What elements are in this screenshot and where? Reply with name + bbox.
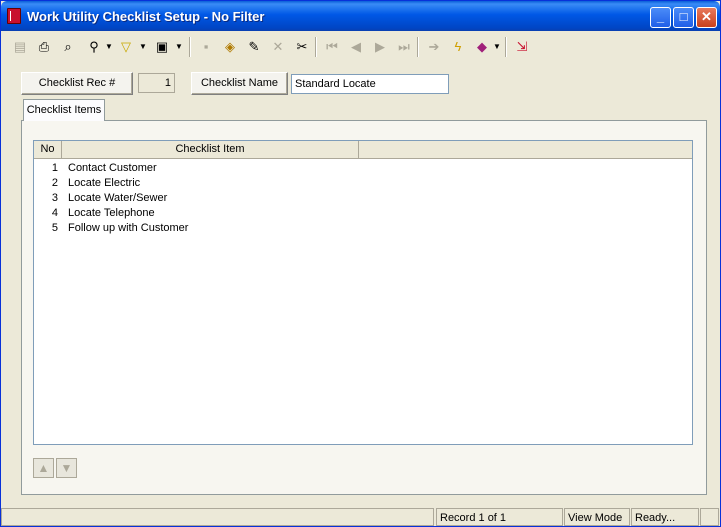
toolbar-separator [315,37,317,57]
grid-header: No Checklist Item [34,141,692,159]
row-number: 5 [51,222,58,234]
row-item: Locate Telephone [68,207,155,219]
toolbar-separator [505,37,507,57]
row-item: Follow up with Customer [68,222,189,234]
column-header-no[interactable]: No [34,141,62,158]
arrow-down-icon: ▼ [60,461,73,475]
exit-icon[interactable]: ⇲ [511,36,533,58]
report-icon[interactable]: ▣ [151,36,173,58]
filter-icon[interactable]: ▽ [115,36,137,58]
app-window: Work Utility Checklist Setup - No Filter… [0,0,721,527]
add-record-icon[interactable]: ◈ [219,36,241,58]
move-down-button[interactable]: ▼ [56,458,77,478]
book-dropdown-icon[interactable]: ▼ [493,36,501,58]
cut-icon[interactable]: ✂ [291,36,313,58]
status-bar: Record 1 of 1 View Mode Ready... [1,507,720,527]
next-record-icon[interactable]: ▶ [369,36,391,58]
find-dropdown-icon[interactable]: ▼ [105,36,113,58]
status-text: Ready... [631,508,699,526]
row-item: Locate Electric [68,177,141,189]
checklist-rec-button[interactable]: Checklist Rec # [21,72,133,95]
close-button[interactable]: ✕ [696,7,717,28]
column-header-checklist-item[interactable]: Checklist Item [62,141,359,158]
book-icon[interactable]: ◆ [471,36,493,58]
find-icon[interactable]: ⚲ [83,36,105,58]
table-row[interactable]: 1 Contact Customer [34,161,692,176]
window-title: Work Utility Checklist Setup - No Filter [27,9,265,24]
checklist-app-icon [7,8,21,24]
row-number: 3 [51,192,58,204]
new-record-icon[interactable]: ▤ [9,36,31,58]
move-up-button[interactable]: ▲ [33,458,54,478]
arrow-up-icon: ▲ [37,461,50,475]
row-number: 1 [51,162,58,174]
checklist-items-grid[interactable]: No Checklist Item 1 Contact Customer 2 L… [33,140,693,445]
grid-rows: 1 Contact Customer 2 Locate Electric 3 L… [34,161,692,236]
row-number: 4 [51,207,58,219]
record-count: Record 1 of 1 [436,508,563,526]
checklist-rec-field: 1 [138,73,175,93]
row-number: 2 [51,177,58,189]
save-icon[interactable]: ▪ [195,36,217,58]
checklist-name-button[interactable]: Checklist Name [191,72,288,95]
previous-record-icon[interactable]: ◀ [345,36,367,58]
table-row[interactable]: 2 Locate Electric [34,176,692,191]
print-icon[interactable]: ⎙ [33,36,55,58]
column-header-filler [359,141,692,158]
row-item: Locate Water/Sewer [68,192,168,204]
toolbar-separator [189,37,191,57]
goto-icon[interactable]: ➔ [423,36,445,58]
filter-dropdown-icon[interactable]: ▼ [139,36,147,58]
tab-checklist-items[interactable]: Checklist Items [23,99,105,121]
status-panel-empty [1,508,434,526]
last-record-icon[interactable]: ⏭ [393,36,415,58]
edit-pencil-icon[interactable]: ✎ [243,36,265,58]
row-item: Contact Customer [68,162,157,174]
table-row[interactable]: 4 Locate Telephone [34,206,692,221]
minimize-button[interactable]: _ [650,7,671,28]
mode-indicator: View Mode [564,508,630,526]
lightning-icon[interactable]: ϟ [447,36,469,58]
table-row[interactable]: 3 Locate Water/Sewer [34,191,692,206]
toolbar-separator [417,37,419,57]
table-row[interactable]: 5 Follow up with Customer [34,221,692,236]
checklist-name-field[interactable]: Standard Locate [291,74,449,94]
delete-icon[interactable]: ✕ [267,36,289,58]
resize-grip[interactable] [700,508,719,526]
print-preview-icon[interactable]: ⌕ [57,36,79,58]
toolbar: ▤ ⎙ ⌕ ⚲ ▼ ▽ ▼ ▣ ▼ ▪ ◈ ✎ ✕ ✂ ⏮ ◀ ▶ ⏭ ➔ ϟ … [5,33,717,61]
title-bar[interactable]: Work Utility Checklist Setup - No Filter… [1,1,720,31]
report-dropdown-icon[interactable]: ▼ [175,36,183,58]
maximize-button[interactable]: □ [673,7,694,28]
first-record-icon[interactable]: ⏮ [321,36,343,58]
